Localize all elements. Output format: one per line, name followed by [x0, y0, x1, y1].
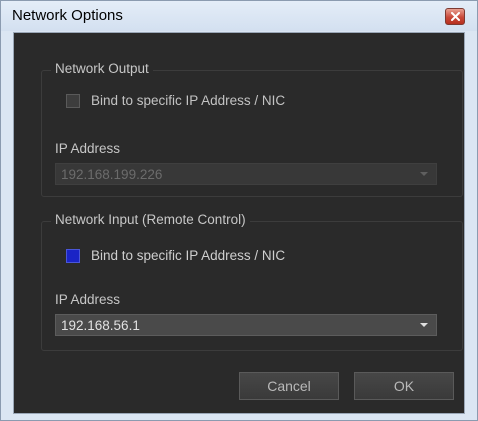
close-button[interactable] [445, 8, 465, 25]
title-bar[interactable]: Network Options [1, 1, 477, 31]
network-input-legend: Network Input (Remote Control) [51, 212, 250, 227]
input-ip-select[interactable]: 192.168.56.1 [55, 314, 437, 336]
close-icon [451, 12, 460, 21]
network-options-dialog: Network Options Network Output Bind to s… [0, 0, 478, 421]
output-ip-select[interactable]: 192.168.199.226 [55, 163, 437, 185]
output-bind-label: Bind to specific IP Address / NIC [91, 93, 286, 108]
window-title: Network Options [12, 7, 123, 24]
input-ip-value: 192.168.56.1 [61, 318, 140, 333]
network-output-group: Network Output Bind to specific IP Addre… [41, 61, 463, 197]
input-bind-checkbox[interactable] [66, 248, 80, 263]
chevron-down-icon [420, 172, 428, 176]
input-bind-label: Bind to specific IP Address / NIC [91, 248, 286, 263]
input-bind-checkbox-row[interactable]: Bind to specific IP Address / NIC [66, 248, 285, 263]
output-bind-checkbox[interactable] [66, 93, 80, 108]
input-ip-label: IP Address [55, 292, 121, 307]
output-ip-value: 192.168.199.226 [61, 167, 163, 182]
output-bind-checkbox-row[interactable]: Bind to specific IP Address / NIC [66, 93, 285, 108]
dialog-body: Network Output Bind to specific IP Addre… [13, 32, 465, 414]
network-output-legend: Network Output [51, 61, 153, 76]
ok-button[interactable]: OK [354, 372, 454, 400]
chevron-down-icon [420, 323, 428, 327]
output-ip-label: IP Address [55, 141, 121, 156]
network-input-group: Network Input (Remote Control) Bind to s… [41, 212, 463, 351]
cancel-button[interactable]: Cancel [239, 372, 339, 400]
